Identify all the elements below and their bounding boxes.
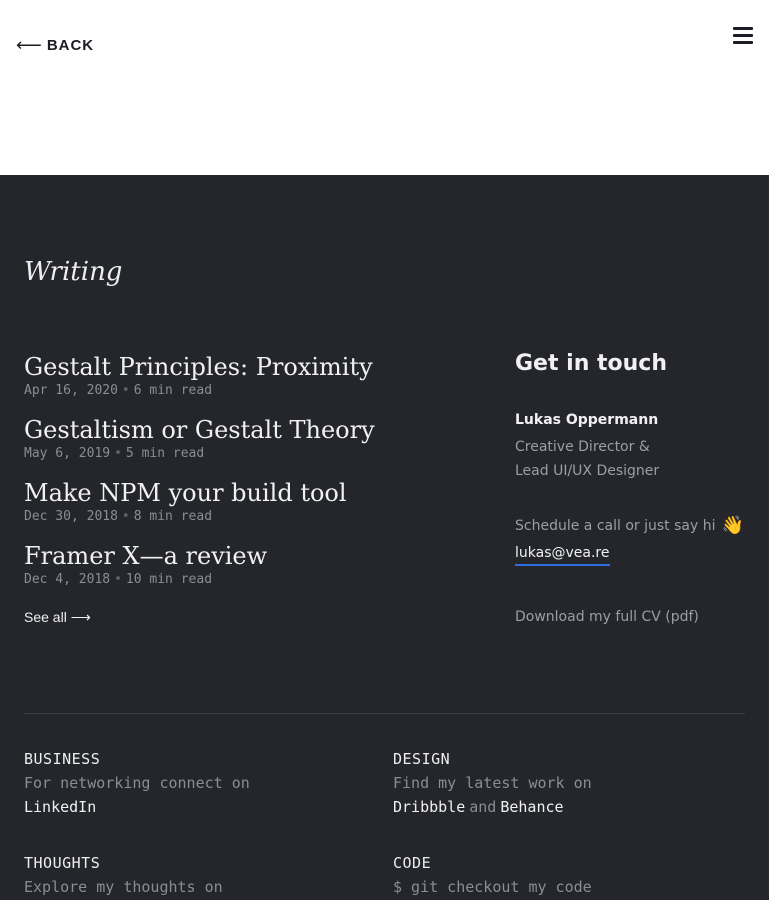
article-title[interactable]: Make NPM your build tool bbox=[24, 477, 347, 509]
article-title[interactable]: Gestalt Principles: Proximity bbox=[24, 351, 373, 383]
divider bbox=[24, 713, 745, 714]
article-date: Apr 16, 2020 bbox=[24, 383, 118, 398]
role-line: Lead UI/UX Designer bbox=[515, 463, 660, 479]
contact-heading: Get in touch bbox=[515, 351, 668, 376]
article-title[interactable]: Gestaltism or Gestalt Theory bbox=[24, 414, 375, 446]
menu-bar bbox=[733, 27, 753, 30]
article-date: May 6, 2019 bbox=[24, 446, 111, 461]
bullet-icon: • bbox=[121, 509, 130, 524]
cta-text: Schedule a call or just say hi bbox=[515, 518, 716, 534]
article-meta: Apr 16, 2020 • 6 min read bbox=[24, 383, 373, 399]
article-item: Make NPM your build tool Dec 30, 2018 • 8 … bbox=[24, 477, 347, 525]
footer-text: $ git checkout my code bbox=[393, 878, 592, 896]
footer-text: Find my latest work on bbox=[393, 774, 592, 792]
article-item: Gestalt Principles: Proximity Apr 16, 20… bbox=[24, 351, 373, 399]
footer-thoughts: THOUGHTS Explore my thoughts on bbox=[24, 851, 223, 899]
bullet-icon: • bbox=[121, 383, 130, 398]
contact-role: Creative Director & Lead UI/UX Designer bbox=[515, 435, 659, 483]
left-arrow-icon: ⟵ bbox=[16, 35, 43, 55]
footer-design: DESIGN Find my latest work on Dribbble an… bbox=[393, 747, 592, 819]
section-title: Writing bbox=[24, 257, 123, 287]
footer-label: THOUGHTS bbox=[24, 854, 101, 872]
article-item: Framer X—a review Dec 4, 2018 • 10 min rea… bbox=[24, 540, 267, 588]
contact-name: Lukas Oppermann bbox=[515, 412, 659, 428]
footer-text: Explore my thoughts on bbox=[24, 878, 223, 896]
contact-cta: Schedule a call or just say hi 👋 bbox=[515, 515, 744, 536]
article-date: Dec 4, 2018 bbox=[24, 572, 111, 587]
article-item: Gestaltism or Gestalt Theory May 6, 2019… bbox=[24, 414, 375, 462]
footer-label: BUSINESS bbox=[24, 750, 101, 768]
linkedin-link[interactable]: LinkedIn bbox=[24, 795, 250, 819]
article-meta: May 6, 2019 • 5 min read bbox=[24, 446, 375, 462]
footer-label: DESIGN bbox=[393, 750, 451, 768]
download-cv-link[interactable]: Download my full CV (pdf) bbox=[515, 609, 699, 625]
content-section: Writing Gestalt Principles: Proximity Ap… bbox=[0, 175, 769, 900]
back-label: BACK bbox=[46, 36, 95, 54]
bullet-icon: • bbox=[114, 572, 122, 587]
top-bar: ⟵ BACK bbox=[0, 0, 769, 175]
article-date: Dec 30, 2018 bbox=[24, 509, 118, 524]
hamburger-menu-icon[interactable] bbox=[733, 27, 753, 45]
article-read-time: 8 min read bbox=[133, 509, 213, 524]
article-read-time: 5 min read bbox=[125, 446, 205, 461]
behance-link[interactable]: Behance bbox=[500, 798, 563, 816]
dribbble-link[interactable]: Dribbble bbox=[393, 798, 465, 816]
footer-business: BUSINESS For networking connect on Linke… bbox=[24, 747, 250, 819]
menu-bar bbox=[733, 34, 753, 37]
footer-code: CODE $ git checkout my code bbox=[393, 851, 592, 899]
see-all-link[interactable]: See all ⟶ bbox=[24, 609, 91, 626]
article-meta: Dec 4, 2018 • 10 min read bbox=[24, 572, 267, 588]
article-title[interactable]: Framer X—a review bbox=[24, 540, 267, 572]
menu-bar bbox=[733, 41, 753, 44]
footer-text: For networking connect on bbox=[24, 774, 250, 792]
footer-separator: and bbox=[469, 798, 497, 816]
article-read-time: 6 min read bbox=[133, 383, 213, 398]
article-read-time: 10 min read bbox=[125, 572, 213, 587]
email-link[interactable]: lukas@vea.re bbox=[515, 545, 610, 566]
footer-label: CODE bbox=[393, 854, 432, 872]
back-link[interactable]: ⟵ BACK bbox=[16, 36, 94, 54]
bullet-icon: • bbox=[114, 446, 122, 461]
waving-hand-icon: 👋 bbox=[721, 515, 745, 536]
role-line: Creative Director & bbox=[515, 439, 650, 455]
article-meta: Dec 30, 2018 • 8 min read bbox=[24, 509, 347, 525]
